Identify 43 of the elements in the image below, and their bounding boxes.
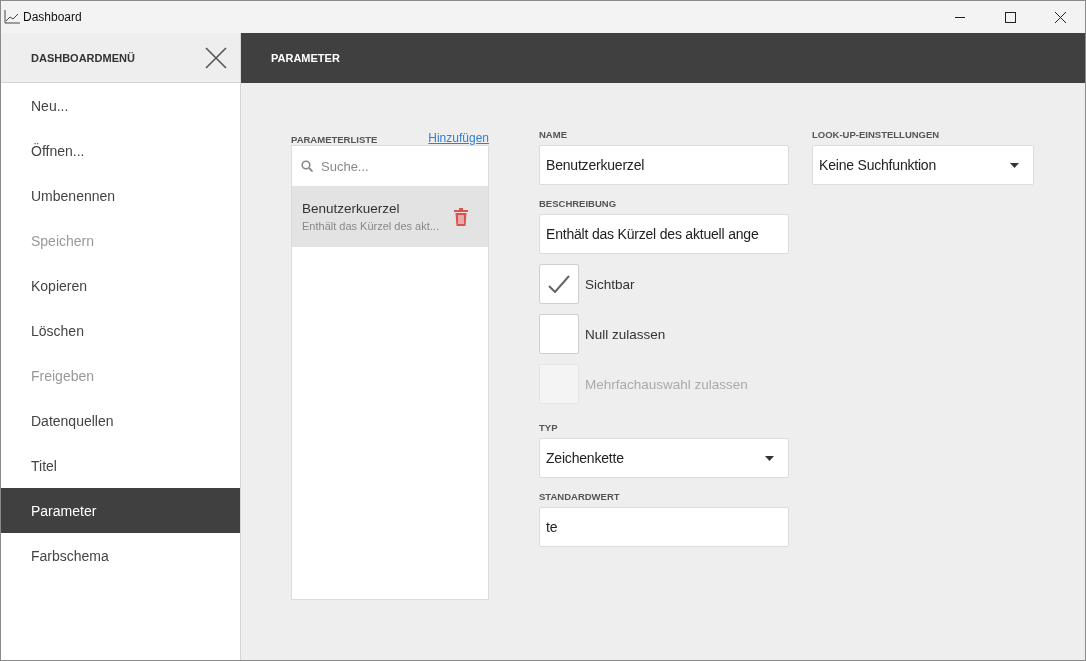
trash-icon[interactable] (454, 207, 468, 226)
parameter-item[interactable]: Benutzerkuerzel Enthält das Kürzel des akt... (292, 186, 488, 247)
sidebar-item[interactable]: Datenquellen (1, 398, 240, 443)
maximize-icon (1004, 11, 1016, 23)
lookup-dropdown[interactable]: Keine Suchfunktion (812, 145, 1034, 185)
checkbox[interactable] (539, 264, 579, 304)
chart-icon (4, 10, 20, 24)
close-button[interactable] (205, 46, 227, 69)
field-label: TYP (539, 421, 559, 435)
add-link[interactable]: Hinzufügen (428, 131, 489, 145)
sidebar-item[interactable]: Öffnen... (1, 128, 240, 173)
search-field[interactable]: Suche... (319, 157, 469, 175)
caret-icon (1010, 162, 1019, 168)
sidebar-item[interactable]: Farbschema (1, 533, 240, 578)
checkbox-label: Sichtbar (585, 276, 635, 292)
parameter-description: Enthält das Kürzel des akt... (302, 220, 439, 232)
parameter-name: Benutzerkuerzel (302, 201, 401, 216)
sidebar-item[interactable]: Umbenennen (1, 173, 240, 218)
field-label: STANDARDWERT (539, 490, 621, 504)
sidebar-item[interactable]: Titel (1, 443, 240, 488)
search-icon (301, 160, 313, 172)
checkbox-label: Null zulassen (585, 326, 666, 342)
description-field[interactable]: Enthält das Kürzel des aktuell ange (539, 214, 789, 254)
sidebar-item[interactable]: Neu... (1, 83, 240, 128)
close-icon (1054, 11, 1066, 23)
type-dropdown[interactable]: Zeichenkette (539, 438, 789, 478)
sidebar-title: DASHBOARDMENÜ (31, 51, 135, 64)
name-field[interactable]: Benutzerkuerzel (539, 145, 789, 185)
window-title: Dashboard (23, 10, 83, 24)
checkbox[interactable] (539, 314, 579, 354)
check-icon (548, 275, 570, 293)
field-label: BESCHREIBUNG (539, 197, 618, 211)
field-label: NAME (539, 128, 568, 142)
default-value-field[interactable]: te (539, 507, 789, 547)
field-label: LOOK-UP-EINSTELLUNGEN (812, 128, 941, 142)
field-label: PARAMETERLISTE (291, 134, 378, 145)
sidebar-item[interactable]: Kopieren (1, 263, 240, 308)
minimize-icon (955, 16, 965, 18)
sidebar-item[interactable]: Löschen (1, 308, 240, 353)
header-title: PARAMETER (271, 52, 340, 64)
checkbox-label: Mehrfachauswahl zulassen (585, 376, 748, 392)
sidebar-item[interactable]: Parameter (1, 488, 240, 533)
caret-icon (765, 455, 774, 461)
